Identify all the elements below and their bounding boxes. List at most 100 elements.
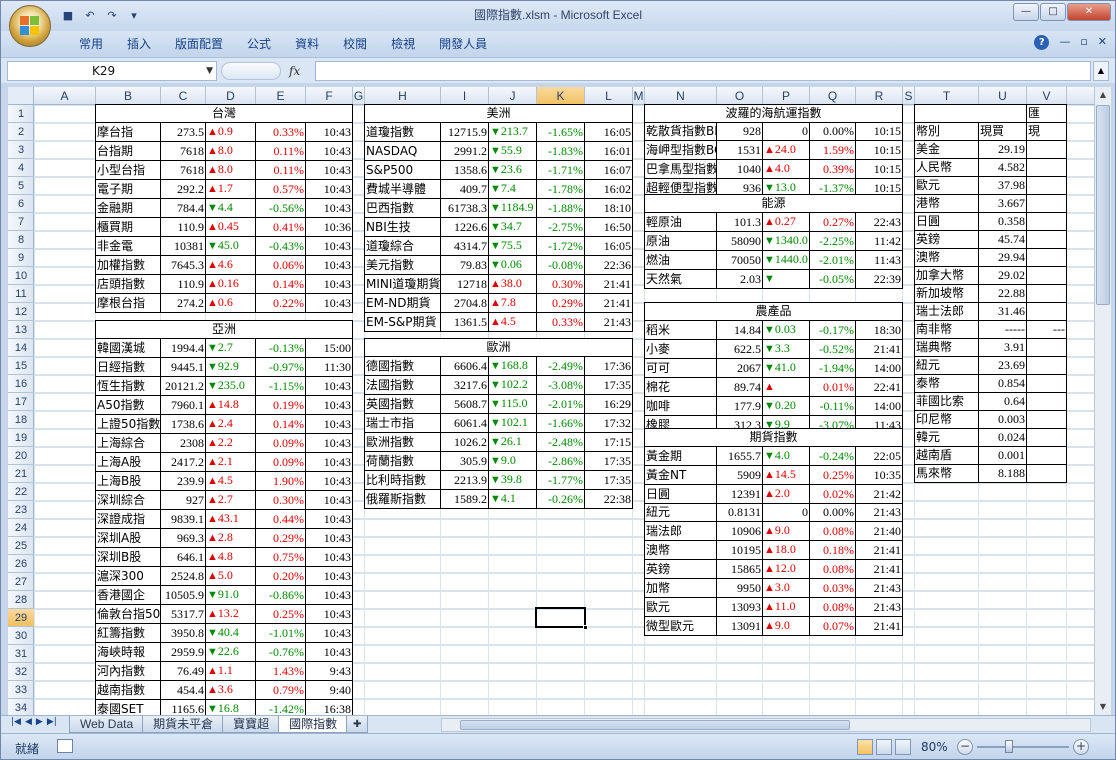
table-cell[interactable]: ▲4.6 bbox=[205, 255, 256, 275]
table-cell[interactable]: 乾散貨指數BDI bbox=[644, 122, 717, 141]
table-cell[interactable]: -3.08% bbox=[536, 375, 585, 395]
table-cell[interactable]: ▲0.9 bbox=[205, 122, 256, 142]
table-cell[interactable]: 16:38 bbox=[304, 699, 354, 715]
column-header[interactable]: Q bbox=[810, 87, 856, 105]
column-header[interactable]: N bbox=[645, 87, 717, 105]
table-cell[interactable]: 費城半導體 bbox=[364, 179, 441, 199]
table-cell[interactable]: ▼1340.0 bbox=[762, 231, 810, 251]
table-cell[interactable]: 0.18% bbox=[809, 540, 856, 560]
table-cell[interactable]: 紅籌指數 bbox=[95, 623, 161, 643]
table-cell[interactable]: 0.33% bbox=[255, 122, 306, 142]
worksheet[interactable]: ABCDEFGHIJKLMNOPQRSTUV 1 2 3 4 5 6 7 8 9 10 11 12 13… bbox=[8, 87, 1094, 715]
europe-title[interactable]: 歐洲 bbox=[363, 338, 634, 357]
table-cell[interactable]: 0.14% bbox=[255, 414, 306, 434]
column-header[interactable]: A bbox=[34, 87, 96, 105]
table-cell[interactable]: ▼4.1 bbox=[488, 489, 537, 509]
table-cell[interactable]: 0.001 bbox=[978, 446, 1027, 465]
table-cell[interactable]: 2959.9 bbox=[160, 642, 206, 662]
fx-title[interactable]: 匯 bbox=[1026, 104, 1067, 123]
table-cell[interactable]: MINI道瓊期貨 bbox=[364, 274, 441, 294]
table-cell[interactable]: 0 bbox=[762, 122, 810, 141]
table-cell[interactable]: 4314.7 bbox=[440, 236, 489, 256]
fx-header[interactable]: 現 bbox=[1026, 122, 1067, 141]
table-cell[interactable]: 日圓 bbox=[914, 212, 979, 231]
table-cell[interactable]: 17:35 bbox=[583, 451, 634, 471]
sheet-tab[interactable]: 國際指數 bbox=[278, 716, 349, 733]
table-cell[interactable]: 0.79% bbox=[255, 680, 306, 700]
table-cell[interactable]: 上海B股 bbox=[95, 471, 161, 491]
table-cell[interactable]: 16:05 bbox=[583, 236, 634, 256]
table-cell[interactable]: 16:29 bbox=[583, 394, 634, 414]
table-cell[interactable]: ▼ bbox=[762, 269, 810, 289]
table-cell[interactable]: 0.29% bbox=[255, 528, 306, 548]
column-header[interactable]: T bbox=[915, 87, 979, 105]
table-cell[interactable]: 10:43 bbox=[304, 179, 354, 199]
futures-title[interactable]: 期貨指數 bbox=[644, 428, 903, 447]
table-cell[interactable] bbox=[1026, 212, 1067, 231]
table-cell[interactable]: 人民幣 bbox=[914, 158, 979, 177]
table-cell[interactable]: 0.8131 bbox=[716, 503, 763, 522]
table-cell[interactable]: -1.83% bbox=[536, 141, 585, 161]
table-cell[interactable]: 港幣 bbox=[914, 194, 979, 213]
table-cell[interactable] bbox=[1026, 176, 1067, 195]
table-cell[interactable]: 5909 bbox=[716, 465, 763, 485]
table-cell[interactable]: 12391 bbox=[716, 484, 763, 504]
table-cell[interactable]: 5317.7 bbox=[160, 604, 206, 624]
table-cell[interactable]: 21:41 bbox=[583, 274, 634, 294]
table-cell[interactable]: 10:43 bbox=[304, 255, 354, 275]
table-cell[interactable]: ▲4.8 bbox=[205, 547, 256, 567]
table-cell[interactable]: 16:07 bbox=[583, 160, 634, 180]
table-cell[interactable]: 道瓊指數 bbox=[364, 122, 441, 142]
ribbon-restore-icon[interactable]: ▫ bbox=[1080, 35, 1087, 50]
table-cell[interactable]: 電子期 bbox=[95, 179, 161, 199]
table-cell[interactable]: 10:35 bbox=[855, 465, 903, 485]
table-cell[interactable] bbox=[1026, 464, 1067, 483]
table-cell[interactable]: 0.024 bbox=[978, 428, 1027, 447]
table-cell[interactable]: 0.30% bbox=[536, 274, 585, 294]
table-cell[interactable]: 泰幣 bbox=[914, 374, 979, 393]
table-cell[interactable] bbox=[1026, 248, 1067, 267]
table-cell[interactable]: -2.49% bbox=[536, 356, 585, 376]
table-cell[interactable]: ▲1.1 bbox=[205, 661, 256, 681]
table-cell[interactable]: 0.22% bbox=[255, 293, 306, 313]
agri-title[interactable]: 農產品 bbox=[643, 302, 904, 321]
table-cell[interactable]: 2.03 bbox=[716, 269, 763, 289]
table-cell[interactable]: 巴西指數 bbox=[364, 198, 441, 218]
table-cell[interactable]: 45.74 bbox=[978, 230, 1027, 249]
table-cell[interactable]: 16:05 bbox=[583, 122, 634, 142]
table-cell[interactable]: -0.11% bbox=[809, 396, 856, 416]
row-header[interactable]: 22 bbox=[8, 483, 34, 501]
table-cell[interactable]: 深圳B股 bbox=[95, 547, 161, 567]
table-cell[interactable]: 10505.9 bbox=[160, 585, 206, 605]
asia-title[interactable]: 亞洲 bbox=[94, 320, 354, 339]
maximize-button[interactable]: □ bbox=[1040, 3, 1066, 21]
table-cell[interactable]: 17:15 bbox=[583, 432, 634, 452]
table-cell[interactable]: ▼26.1 bbox=[488, 432, 537, 452]
table-cell[interactable] bbox=[1026, 392, 1067, 411]
sheet-tab[interactable]: 期貨未平倉 bbox=[142, 716, 225, 733]
table-cell[interactable]: ▼75.5 bbox=[488, 236, 537, 256]
table-cell[interactable]: 10:43 bbox=[304, 547, 354, 567]
row-header[interactable]: 3 bbox=[8, 141, 34, 159]
table-cell[interactable]: 0.25% bbox=[809, 465, 856, 485]
table-cell[interactable]: ▲2.1 bbox=[205, 452, 256, 472]
column-header[interactable]: F bbox=[306, 87, 353, 105]
table-cell[interactable]: 紐元 bbox=[644, 503, 717, 522]
table-cell[interactable]: 5608.7 bbox=[440, 394, 489, 414]
row-header[interactable]: 34 bbox=[8, 699, 34, 715]
column-header[interactable]: M bbox=[633, 87, 645, 105]
table-cell[interactable]: 10:43 bbox=[304, 414, 354, 434]
table-cell[interactable]: 4.582 bbox=[978, 158, 1027, 177]
table-cell[interactable]: 14:00 bbox=[854, 396, 904, 416]
table-cell[interactable]: ▲11.0 bbox=[762, 597, 810, 617]
table-cell[interactable]: 3217.6 bbox=[440, 375, 489, 395]
table-cell[interactable]: 110.9 bbox=[160, 217, 206, 237]
table-cell[interactable]: ▲43.1 bbox=[205, 509, 256, 529]
table-cell[interactable]: 21:43 bbox=[855, 597, 903, 617]
table-cell[interactable]: 22:05 bbox=[855, 446, 903, 466]
active-cell[interactable] bbox=[535, 607, 588, 630]
table-cell[interactable]: 稻米 bbox=[644, 320, 717, 340]
table-cell[interactable]: 韓元 bbox=[914, 428, 979, 447]
table-cell[interactable]: -0.26% bbox=[536, 489, 585, 509]
table-cell[interactable]: 10:43 bbox=[304, 274, 354, 294]
